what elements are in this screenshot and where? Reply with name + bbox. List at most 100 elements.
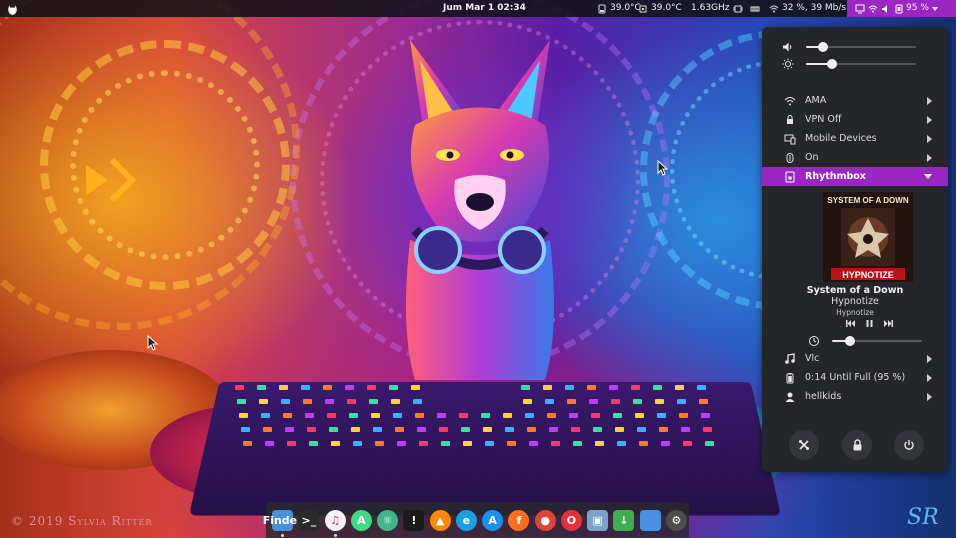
menu-item-vlc[interactable]: Vlc (762, 349, 948, 368)
power-off-button[interactable] (894, 430, 924, 460)
mixer-pad (613, 413, 622, 418)
mixer-pad (569, 413, 578, 418)
mixer-pad (589, 399, 598, 404)
menu-item-mobile-devices[interactable]: Mobile Devices (762, 129, 948, 148)
mixer-pad (545, 399, 554, 404)
battery-icon (895, 4, 903, 13)
dock: Finder >_ ♫ A ⚛! ▲ e Af ● O ▣ ↓ ⚙ (263, 502, 689, 538)
system-status-menu-button[interactable]: 95 % (847, 0, 956, 17)
dock-item-firefox[interactable]: f (506, 507, 531, 533)
chevron-right-icon (927, 354, 932, 363)
mixer-pad (701, 413, 710, 418)
music-player-icon (785, 171, 795, 182)
track-position-knob[interactable] (845, 336, 855, 346)
firefox-icon: f (508, 509, 530, 531)
mixer-pad (661, 441, 670, 446)
chevron-right-icon (927, 373, 932, 382)
dock-item-android-studio[interactable]: A (349, 507, 374, 533)
dock-item-vlc[interactable]: ▲ (428, 507, 453, 533)
dock-item-browser-edge[interactable]: e (454, 507, 479, 533)
pause-button[interactable] (863, 318, 875, 328)
mouse-cursor-icon (147, 335, 159, 351)
mixer-pad (503, 413, 512, 418)
mixer-pad (609, 385, 618, 390)
mixer-pad (305, 413, 314, 418)
cpu-temperature-1-label: 39.0°C (610, 3, 641, 13)
menu-item-vpn[interactable]: VPN Off (762, 110, 948, 129)
dock-item-app-store[interactable]: A (480, 507, 505, 533)
brightness-slider-knob[interactable] (827, 59, 838, 69)
activities-button[interactable] (6, 0, 24, 17)
mixer-pad (369, 399, 378, 404)
dock-item-files[interactable]: Finder (263, 507, 303, 537)
top-panel: Jum Mar 1 02:34 39.0°C 39.0°C 1.63GHz 32… (0, 0, 956, 17)
dock-item-atom[interactable]: ⚛ (375, 507, 400, 533)
volume-icon (783, 42, 792, 52)
mixer-pad (459, 413, 468, 418)
svg-text:HYPNOTIZE: HYPNOTIZE (842, 270, 894, 280)
mixer-pad (617, 441, 626, 446)
mixer-pad (329, 427, 338, 432)
display-icon (855, 4, 865, 13)
wifi-status-icon (868, 5, 878, 12)
volume-slider[interactable] (806, 42, 916, 52)
cpu-temperature-1[interactable]: 39.0°C (597, 0, 641, 17)
vpn-lock-icon (787, 114, 793, 124)
media-controls (844, 318, 894, 328)
lock-button[interactable] (842, 430, 872, 460)
menu-item-power[interactable]: 0:14 Until Full (95 %) (762, 368, 948, 387)
mixer-pad (351, 427, 360, 432)
chrome-icon: ● (534, 509, 556, 531)
track-position-slider[interactable] (832, 336, 922, 346)
mixer-pad (659, 427, 668, 432)
dock-item-terminal[interactable]: >_ (296, 507, 321, 533)
mixer-pad (551, 441, 560, 446)
mixer-pad (285, 427, 294, 432)
menu-item-wifi[interactable]: AMA (762, 91, 948, 110)
mixer-pad (263, 427, 272, 432)
mixer-pad (325, 399, 334, 404)
chip-icon (639, 5, 647, 12)
dock-item-music[interactable]: ♫ (323, 507, 348, 537)
brightness-slider[interactable] (806, 59, 916, 69)
power-status-label: 0:14 Until Full (95 %) (805, 372, 906, 383)
mixer-pad (573, 441, 582, 446)
cpu-icon (732, 5, 743, 12)
mixer-console (188, 381, 782, 516)
mixer-pad (567, 399, 576, 404)
cpu-frequency[interactable]: 1.63GHz (691, 0, 760, 17)
dock-item-image-viewer[interactable]: ▣ (585, 507, 610, 533)
network-speed[interactable]: 32 %, 39 Mb/s (769, 0, 846, 17)
mixer-pad (241, 427, 250, 432)
network-speed-label: 32 %, 39 Mb/s (782, 3, 847, 13)
dock-item-downloads[interactable]: ↓ (611, 507, 636, 533)
mixer-pad (261, 413, 270, 418)
clock[interactable]: Jum Mar 1 02:34 (443, 0, 526, 17)
dock-item-inkscape[interactable]: ! (401, 507, 426, 533)
next-track-button[interactable] (882, 318, 894, 328)
cpu-temperature-2[interactable]: 39.0°C (638, 0, 682, 17)
menu-item-user[interactable]: hellkids (762, 387, 948, 406)
skip-back-icon (845, 319, 855, 327)
previous-track-button[interactable] (844, 318, 856, 328)
mixer-pad (675, 385, 684, 390)
volume-slider-knob[interactable] (817, 42, 828, 52)
mixer-pad (655, 399, 664, 404)
menu-item-media-player[interactable]: Rhythmbox (762, 167, 948, 186)
inkscape-icon: ! (403, 509, 425, 531)
chevron-down-icon (931, 6, 938, 11)
settings-button[interactable] (789, 430, 819, 460)
mixer-pad (525, 413, 534, 418)
mixer-pad (523, 399, 532, 404)
dock-item-window[interactable] (638, 507, 663, 533)
atom-icon: ⚛ (377, 509, 399, 531)
mixer-pad (705, 441, 714, 446)
media-player-label: Rhythmbox (805, 171, 866, 182)
dock-item-settings[interactable]: ⚙ (664, 507, 689, 533)
running-indicator (333, 534, 337, 537)
mixer-pad (257, 385, 266, 390)
menu-item-bluetooth[interactable]: On (762, 148, 948, 167)
dock-item-opera[interactable]: O (559, 507, 584, 533)
dock-item-chrome[interactable]: ● (533, 507, 558, 533)
mixer-pad (371, 413, 380, 418)
